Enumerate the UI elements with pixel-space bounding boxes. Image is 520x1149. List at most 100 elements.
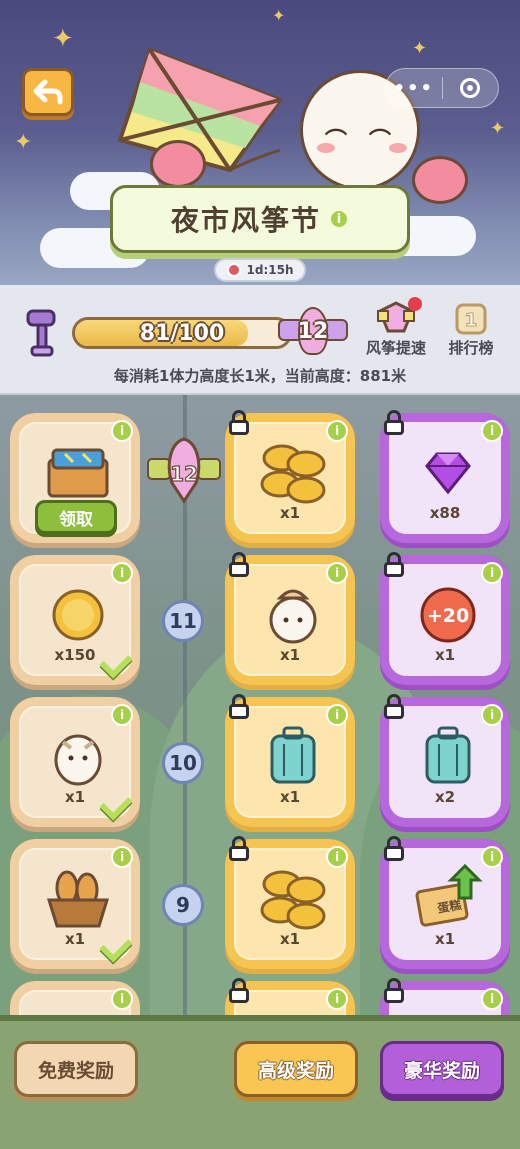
star-icon: ✦ [52, 24, 74, 54]
timer-text: 1d:15h [246, 263, 294, 277]
progress-panel: 81/100 12 风筝提速 1 排行榜 每消耗1体力高度长1米，当前高度：88… [0, 285, 520, 395]
bread-basket-icon [46, 870, 110, 928]
info-icon[interactable]: i [111, 420, 133, 442]
lock-icon [226, 552, 252, 578]
star-icon: ✦ [272, 6, 286, 25]
reward-quantity: x1 [279, 504, 301, 522]
lock-icon [226, 410, 252, 436]
info-icon[interactable]: i [481, 704, 503, 726]
luxury-reward-card[interactable]: i 蛋糕 x1 [380, 836, 510, 969]
cake-ticket-icon: 蛋糕 [415, 864, 483, 927]
event-header: ✦ ✦ ✦ ✦ ✦ ⌒ ⌒ ••• 夜市风筝节 i 1d:15h [0, 0, 520, 290]
reward-quantity: x1 [279, 646, 301, 664]
free-reward-card[interactable]: i 领取 [10, 413, 140, 543]
reward-quantity: x1 [434, 646, 456, 664]
kite-level-number: 12 [297, 319, 329, 344]
info-icon[interactable]: i [326, 988, 348, 1010]
info-icon[interactable]: i [326, 420, 348, 442]
luxury-reward-card[interactable]: i +20 x1 [380, 552, 510, 685]
free-reward-card[interactable]: i x150 [10, 555, 140, 685]
lock-icon [226, 978, 252, 1004]
info-icon[interactable]: i [111, 988, 133, 1010]
info-icon[interactable]: i [481, 420, 503, 442]
flower-decoration [412, 156, 468, 204]
owl-hat-icon [269, 589, 317, 644]
advanced-rewards-tab[interactable]: 高级奖励 [234, 1041, 358, 1097]
free-reward-card[interactable]: i x1 [10, 839, 140, 969]
clock-icon [226, 263, 241, 277]
kite-illustration [117, 47, 284, 173]
notification-dot [408, 297, 422, 311]
reward-quantity: x1 [434, 930, 456, 948]
luxury-reward-card[interactable]: i [380, 978, 510, 1015]
advanced-reward-card[interactable]: i [225, 978, 355, 1015]
info-icon[interactable]: i [111, 704, 133, 726]
progress-bar: 81/100 [72, 317, 292, 349]
free-reward-card[interactable]: i [10, 981, 140, 1015]
hammer-icon [26, 309, 56, 357]
gem-icon [425, 452, 471, 495]
height-progress: 81/100 12 [22, 305, 348, 361]
info-icon[interactable]: i [326, 846, 348, 868]
coin-icon [52, 589, 104, 641]
lock-icon [226, 836, 252, 862]
current-level-kite-marker: 12 [146, 435, 222, 505]
leaderboard-button[interactable]: 1 排行榜 [440, 301, 502, 358]
info-icon[interactable]: i [481, 988, 503, 1010]
advanced-reward-card[interactable]: i x1 [225, 552, 355, 685]
reward-quantity: x88 [429, 504, 461, 522]
star-icon: ✦ [490, 118, 506, 139]
lock-icon [226, 694, 252, 720]
kite-level-badge: 12 [278, 305, 348, 361]
coin-stack-icon [260, 870, 326, 930]
height-hint-text: 每消耗1体力高度长1米，当前高度：881米 [113, 367, 407, 385]
energy-plus-icon: +20 [420, 587, 476, 643]
info-icon[interactable]: i [111, 562, 133, 584]
event-title-banner: 夜市风筝节 i [110, 185, 410, 253]
back-button[interactable] [22, 68, 74, 116]
coin-stack-icon [260, 444, 326, 504]
flower-decoration [150, 140, 206, 188]
close-target-button[interactable] [442, 78, 498, 98]
info-icon[interactable]: i [326, 562, 348, 584]
luxury-reward-card[interactable]: i x2 [380, 694, 510, 827]
owl-icon [54, 734, 102, 786]
chest-icon [47, 448, 109, 498]
mini-program-capsule: ••• [385, 68, 499, 108]
reward-quantity: x1 [279, 788, 301, 806]
level-node: 9 [162, 884, 204, 926]
claim-button[interactable]: 领取 [35, 500, 117, 534]
reward-quantity: x2 [434, 788, 456, 806]
reward-tier-bar: 免费奖励 高级奖励 豪华奖励 [0, 1015, 520, 1149]
info-icon[interactable]: i [481, 562, 503, 584]
info-icon[interactable]: i [481, 846, 503, 868]
kite-boost-label: 风筝提速 [365, 339, 426, 357]
energy-badge-text: +20 [427, 605, 469, 627]
free-reward-card[interactable]: i x1 [10, 697, 140, 827]
suitcase-icon [425, 726, 471, 784]
advanced-reward-card[interactable]: i x1 [225, 694, 355, 827]
star-icon: ✦ [14, 130, 33, 155]
luxury-reward-card[interactable]: i x88 [380, 410, 510, 543]
lock-icon [381, 694, 407, 720]
lock-icon [381, 836, 407, 862]
lock-icon [381, 978, 407, 1004]
info-icon[interactable]: i [111, 846, 133, 868]
page-title: 夜市风筝节 [170, 204, 321, 237]
star-icon: ✦ [412, 38, 428, 59]
reward-track[interactable]: i 领取 12 i x1 i x88 i x150 11 i x1 i +20 … [0, 395, 520, 1015]
advanced-reward-card[interactable]: i x1 [225, 836, 355, 969]
current-level-number: 12 [170, 462, 198, 486]
kite-boost-button[interactable]: 风筝提速 [360, 297, 432, 358]
leaderboard-label: 排行榜 [448, 339, 494, 357]
level-node: 11 [162, 600, 204, 642]
advanced-reward-card[interactable]: i x1 [225, 410, 355, 543]
suitcase-icon [270, 726, 316, 784]
info-icon[interactable]: i [329, 209, 349, 229]
info-icon[interactable]: i [326, 704, 348, 726]
lock-icon [381, 410, 407, 436]
level-node: 10 [162, 742, 204, 784]
free-rewards-tab[interactable]: 免费奖励 [14, 1041, 138, 1097]
more-menu-button[interactable]: ••• [386, 78, 442, 99]
luxury-rewards-tab[interactable]: 豪华奖励 [380, 1041, 504, 1097]
